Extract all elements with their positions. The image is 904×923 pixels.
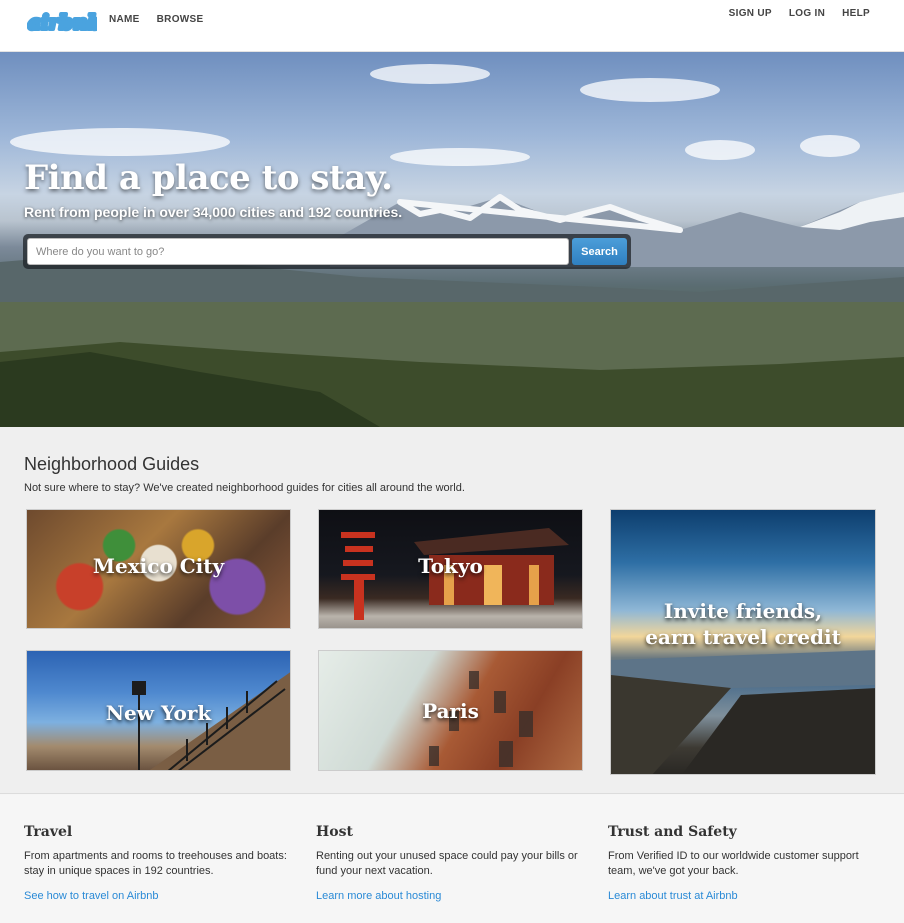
search-bar: Search — [23, 234, 631, 269]
footer-travel-title: Travel — [24, 824, 73, 840]
invite-friends-tile[interactable]: Invite friends, earn travel credit — [610, 509, 876, 775]
footer-trust-link[interactable]: Learn about trust at Airbnb — [608, 890, 738, 902]
main-nav: NAME BROWSE — [109, 14, 203, 25]
footer-travel-link[interactable]: See how to travel on Airbnb — [24, 890, 159, 902]
info-footer: Travel From apartments and rooms to tree… — [0, 795, 904, 923]
guide-tile-new-york[interactable]: New York — [26, 650, 291, 771]
account-nav: SIGN UP LOG IN HELP — [729, 8, 870, 19]
footer-host-link[interactable]: Learn more about hosting — [316, 890, 441, 902]
nav-log-in[interactable]: LOG IN — [789, 8, 825, 19]
footer-trust-text: From Verified ID to our worldwide custom… — [608, 850, 859, 877]
guide-tile-tokyo[interactable]: Tokyo — [318, 509, 583, 629]
guide-label-mexico-city: Mexico City — [92, 554, 225, 578]
guide-label-new-york: New York — [105, 701, 212, 725]
invite-line-1: Invite friends, — [663, 599, 823, 623]
search-button[interactable]: Search — [572, 238, 627, 265]
footer-travel-column: Travel From apartments and rooms to tree… — [24, 824, 299, 904]
guide-label-paris: Paris — [422, 699, 479, 723]
footer-host-text: Renting out your unused space could pay … — [316, 850, 578, 877]
neighborhood-guides-section: Neighborhood Guides Not sure where to st… — [0, 427, 904, 794]
hero-subtitle: Rent from people in over 34,000 cities a… — [24, 204, 403, 220]
nav-sign-up[interactable]: SIGN UP — [729, 8, 772, 19]
guides-description: Not sure where to stay? We've created ne… — [24, 482, 465, 494]
guide-tile-mexico-city[interactable]: Mexico City — [26, 509, 291, 629]
airbnb-logo[interactable]: airbnb airbnb — [27, 8, 97, 36]
destination-search-input[interactable] — [27, 238, 569, 265]
invite-line-2: earn travel credit — [645, 625, 841, 649]
logo-text: airbnb — [28, 10, 97, 34]
footer-host-column: Host Renting out your unused space could… — [316, 824, 591, 904]
top-header: airbnb airbnb NAME BROWSE SIGN UP LOG IN… — [0, 0, 904, 52]
guide-tile-paris[interactable]: Paris — [318, 650, 583, 771]
guide-label-tokyo: Tokyo — [418, 554, 483, 578]
nav-browse[interactable]: BROWSE — [157, 14, 204, 25]
invite-text: Invite friends, earn travel credit — [611, 598, 875, 650]
hero-title: Find a place to stay. — [24, 158, 393, 198]
guides-title: Neighborhood Guides — [24, 454, 200, 474]
footer-trust-title: Trust and Safety — [608, 824, 737, 840]
nav-help[interactable]: HELP — [842, 8, 870, 19]
footer-host-title: Host — [316, 824, 353, 840]
nav-name[interactable]: NAME — [109, 14, 140, 25]
hero-banner: Find a place to stay. Rent from people i… — [0, 52, 904, 427]
footer-travel-text: From apartments and rooms to treehouses … — [24, 850, 287, 877]
footer-trust-column: Trust and Safety From Verified ID to our… — [608, 824, 883, 904]
